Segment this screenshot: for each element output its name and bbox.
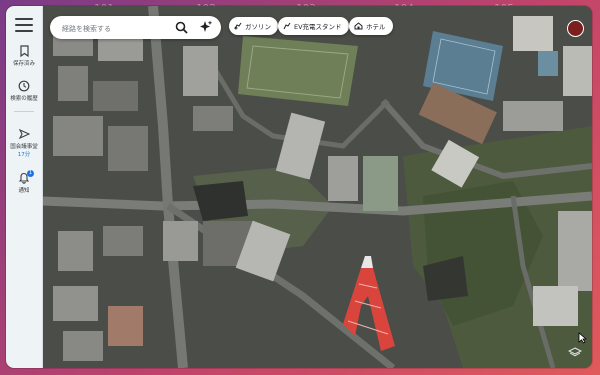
sidebar-item-label: 国会議事堂 xyxy=(10,144,38,150)
building xyxy=(58,231,93,271)
directions-icon xyxy=(18,128,30,140)
sidebar-item-label: 保存済み xyxy=(12,61,35,67)
gas-station-icon xyxy=(234,22,242,30)
search-input[interactable] xyxy=(60,20,174,37)
building xyxy=(558,211,592,291)
sidebar: 保存済み 検索の履歴 国会議事堂 17分 1 通知 xyxy=(6,6,43,368)
chip-gas[interactable]: ガソリン xyxy=(229,17,278,35)
building xyxy=(108,306,143,346)
building xyxy=(53,286,98,321)
ev-charging-icon xyxy=(283,22,291,30)
building xyxy=(513,16,553,51)
sidebar-item-notifications[interactable]: 1 通知 xyxy=(6,170,42,194)
notification-badge: 1 xyxy=(27,170,34,177)
building xyxy=(183,46,218,96)
hotel-icon xyxy=(354,22,363,30)
travel-time: 17分 xyxy=(17,152,31,158)
mouse-cursor-icon xyxy=(578,332,587,344)
building xyxy=(103,226,143,256)
account-avatar[interactable] xyxy=(567,20,584,37)
layers-icon[interactable] xyxy=(568,347,582,357)
sidebar-item-saved[interactable]: 保存済み xyxy=(6,45,42,67)
bookmark-icon xyxy=(19,45,29,57)
hamburger-menu-icon[interactable] xyxy=(15,18,33,32)
search-icon[interactable] xyxy=(175,21,188,34)
building xyxy=(538,51,558,76)
building xyxy=(563,46,592,96)
building xyxy=(363,156,398,211)
sidebar-divider xyxy=(14,111,34,112)
history-clock-icon xyxy=(18,80,30,92)
chip-hotel[interactable]: ホテル xyxy=(349,17,393,35)
building xyxy=(58,66,88,101)
building xyxy=(53,116,103,156)
sidebar-item-recent-place[interactable]: 国会議事堂 17分 xyxy=(6,128,42,158)
satellite-map[interactable] xyxy=(43,6,592,368)
search-box xyxy=(50,16,221,39)
building xyxy=(193,106,233,131)
chip-ev-charging[interactable]: EV充電スタンド xyxy=(278,17,349,35)
sidebar-item-history[interactable]: 検索の履歴 xyxy=(6,80,42,102)
building xyxy=(108,126,148,171)
building xyxy=(503,101,563,131)
chip-label: ガソリン xyxy=(245,23,271,31)
chip-label: EV充電スタンド xyxy=(294,23,342,31)
building xyxy=(328,156,358,201)
sidebar-item-label: 検索の履歴 xyxy=(10,96,38,102)
sidebar-item-label: 通知 xyxy=(18,188,30,194)
chip-label: ホテル xyxy=(366,23,386,31)
sparkle-icon[interactable] xyxy=(199,20,213,34)
building xyxy=(163,221,198,261)
building xyxy=(63,331,103,361)
maps-window: 保存済み 検索の履歴 国会議事堂 17分 1 通知 ガソリン EV充電スタンド xyxy=(6,6,592,368)
building xyxy=(533,286,578,326)
building xyxy=(93,81,138,111)
